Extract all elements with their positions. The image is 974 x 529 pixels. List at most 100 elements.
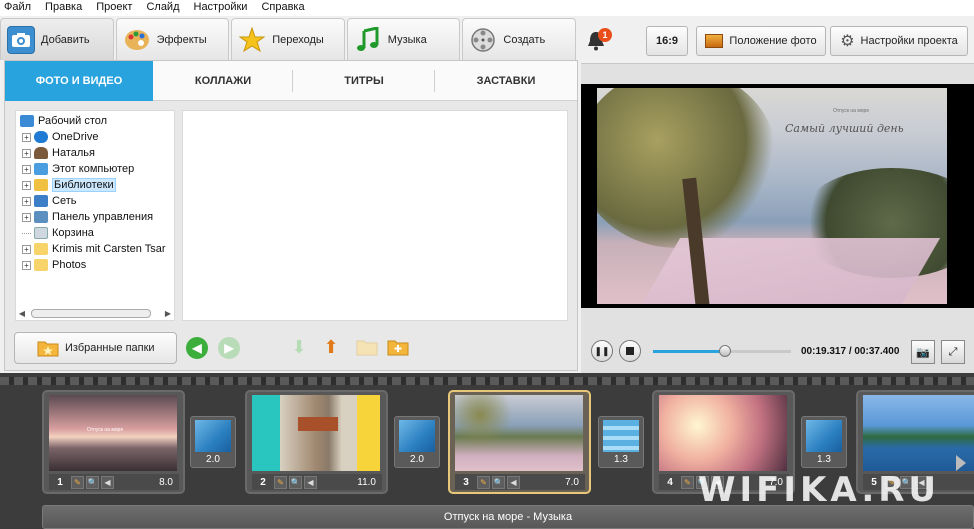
menu-help[interactable]: Справка: [254, 0, 311, 16]
desktop-icon: [20, 115, 34, 127]
scroll-thumb[interactable]: [31, 309, 151, 318]
seek-progress: [653, 350, 725, 353]
cloud-icon: [34, 131, 48, 143]
tab-transitions[interactable]: Переходы: [231, 18, 345, 60]
tree-item-libraries[interactable]: + Библиотеки: [22, 177, 116, 193]
tree-item-label: OneDrive: [52, 131, 99, 143]
snapshot-button[interactable]: 📷: [911, 340, 935, 364]
slide-thumbnail-caption: Отпуск на море: [87, 427, 124, 433]
expand-icon[interactable]: +: [22, 196, 31, 206]
transition-4[interactable]: 1.3: [801, 416, 847, 468]
watermark-text: WIFIKA.RU: [698, 470, 941, 510]
up-folder-icon[interactable]: ⬆: [319, 335, 343, 359]
subtab-intros[interactable]: ЗАСТАВКИ: [435, 61, 577, 101]
add-folder-disabled-icon[interactable]: [355, 335, 379, 359]
tree-item-label: Рабочий стол: [38, 115, 108, 127]
main-tabs: Добавить Эффекты Переходы Музыка Создать: [0, 18, 578, 60]
tree-item-folder-krimis[interactable]: + Krimis mit Carsten Tsar: [22, 241, 165, 257]
tree-item-control-panel[interactable]: + Панель управления: [22, 209, 153, 225]
tree-item-label: Библиотеки: [52, 178, 116, 192]
slide-thumbnail: [455, 395, 583, 471]
film-reel-icon: [469, 26, 497, 54]
slide-thumbnail: [659, 395, 787, 471]
tree-item-desktop[interactable]: Рабочий стол: [20, 113, 107, 129]
back-arrow-icon[interactable]: ◀: [186, 337, 208, 359]
subtab-titles[interactable]: ТИТРЫ: [293, 61, 435, 101]
tree-item-recycle-bin[interactable]: Корзина: [22, 225, 94, 241]
tab-effects[interactable]: Эффекты: [115, 18, 230, 60]
menu-slide[interactable]: Слайд: [139, 0, 186, 16]
expand-icon[interactable]: +: [22, 164, 31, 174]
stop-button[interactable]: [619, 340, 641, 362]
fullscreen-button[interactable]: ⤢: [941, 340, 965, 364]
seek-slider[interactable]: [653, 345, 791, 357]
stop-icon: [626, 347, 634, 355]
edit-pencil-icon[interactable]: ✎: [71, 475, 84, 489]
zoom-icon[interactable]: 🔍: [86, 475, 99, 489]
zoom-icon[interactable]: 🔍: [289, 475, 302, 489]
expand-icon[interactable]: +: [22, 148, 31, 158]
photo-position-button[interactable]: Положение фото: [696, 26, 826, 56]
add-all-folder-icon[interactable]: [386, 335, 410, 359]
tab-create[interactable]: Создать: [462, 18, 576, 60]
expand-icon[interactable]: +: [22, 212, 31, 222]
scroll-left-icon[interactable]: ◀: [17, 308, 27, 319]
tree-item-this-pc[interactable]: + Этот компьютер: [22, 161, 134, 177]
expand-icon[interactable]: +: [22, 260, 31, 270]
star-icon: [238, 26, 266, 54]
music-note-icon: [354, 26, 382, 54]
computer-icon: [34, 163, 48, 175]
slide-card-2[interactable]: 2 ✎ 🔍 ◀ 11.0: [245, 390, 388, 494]
zoom-icon[interactable]: 🔍: [492, 475, 505, 489]
tab-add-label: Добавить: [41, 33, 90, 46]
pause-button[interactable]: ❚❚: [591, 340, 613, 362]
scroll-right-icon[interactable]: ▶: [163, 308, 173, 319]
tree-item-folder-photos[interactable]: + Photos: [22, 257, 86, 273]
aspect-ratio-button[interactable]: 16:9: [646, 26, 688, 56]
tree-horizontal-scrollbar[interactable]: ◀ ▶: [17, 308, 173, 319]
user-icon: [34, 147, 48, 159]
transition-2[interactable]: 2.0: [394, 416, 440, 468]
menu-edit[interactable]: Правка: [38, 0, 89, 16]
seek-handle[interactable]: [718, 345, 731, 357]
slide-card-3[interactable]: 3 ✎ 🔍 ◀ 7.0: [448, 390, 591, 494]
subtab-collages[interactable]: КОЛЛАЖИ: [153, 61, 293, 101]
transition-duration: 2.0: [410, 454, 424, 465]
image-icon: [705, 34, 724, 48]
tree-item-user[interactable]: + Наталья: [22, 145, 95, 161]
slide-number: 1: [57, 476, 63, 488]
tree-item-network[interactable]: + Сеть: [22, 193, 76, 209]
transition-3[interactable]: 1.3: [598, 416, 644, 468]
audio-icon[interactable]: ◀: [101, 475, 114, 489]
favorite-folders-button[interactable]: Избранные папки: [14, 332, 177, 364]
tab-music-label: Музыка: [387, 33, 427, 46]
preview-screen[interactable]: Отпуск на море Самый лучший день: [581, 84, 974, 308]
expand-icon[interactable]: +: [22, 132, 31, 142]
edit-pencil-icon[interactable]: ✎: [681, 475, 694, 489]
folder-tree[interactable]: Рабочий стол + OneDrive + Наталья + Этот…: [15, 110, 175, 321]
folder-icon: [34, 259, 48, 271]
expand-icon[interactable]: +: [22, 244, 31, 254]
slide-card-1[interactable]: Отпуск на море 1 ✎ 🔍 ◀ 8.0: [42, 390, 185, 494]
tree-item-onedrive[interactable]: + OneDrive: [22, 129, 98, 145]
tab-add[interactable]: Добавить: [0, 18, 114, 60]
project-settings-button[interactable]: ⚙ Настройки проекта: [830, 26, 968, 56]
audio-icon[interactable]: ◀: [304, 475, 317, 489]
expand-icon[interactable]: +: [22, 180, 31, 190]
slide-toolbar: 1 ✎ 🔍 ◀ 8.0: [49, 474, 179, 490]
menu-project[interactable]: Проект: [89, 0, 139, 16]
edit-pencil-icon[interactable]: ✎: [274, 475, 287, 489]
transition-1[interactable]: 2.0: [190, 416, 236, 468]
timeline-scroll-right-icon[interactable]: [956, 455, 966, 471]
down-arrow-icon[interactable]: ⬇: [287, 335, 311, 359]
forward-arrow-icon[interactable]: ▶: [218, 337, 240, 359]
menu-settings[interactable]: Настройки: [187, 0, 255, 16]
slide-number: 4: [667, 476, 673, 488]
tab-music[interactable]: Музыка: [346, 18, 461, 60]
project-settings-label: Настройки проекта: [860, 35, 958, 47]
edit-pencil-icon[interactable]: ✎: [477, 475, 490, 489]
audio-icon[interactable]: ◀: [507, 475, 520, 489]
menu-file[interactable]: Файл: [0, 0, 38, 16]
subtab-photo-video[interactable]: ФОТО И ВИДЕО: [5, 61, 153, 101]
files-area[interactable]: [182, 110, 568, 321]
